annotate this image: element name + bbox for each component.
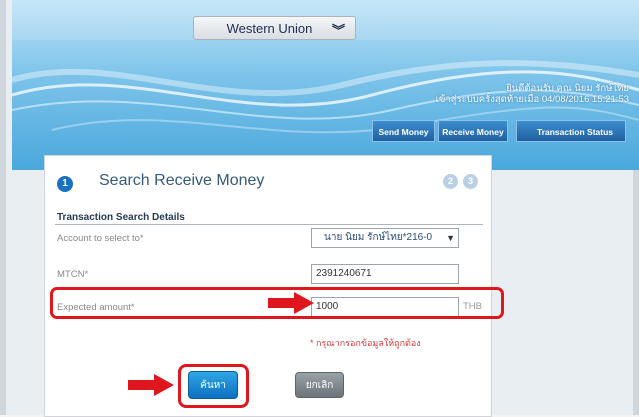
validation-error: * กรุณากรอกข้อมูลให้ถูกต้อง	[310, 338, 421, 348]
step-1-indicator: 1	[57, 176, 73, 192]
panel-title: Search Receive Money	[99, 172, 265, 189]
account-label: Account to select to*	[57, 233, 144, 244]
pointer-arrow-icon	[268, 292, 314, 314]
step-2-indicator: 2	[443, 174, 458, 189]
section-divider	[55, 224, 483, 225]
chevron-double-down-icon: ︾	[331, 23, 345, 38]
welcome-name: ยินดีต้อนรับ คุณ นิยม รักษ์ไทย	[506, 83, 629, 94]
dropdown-caret-icon: ▼	[446, 233, 455, 243]
welcome-info: ยินดีต้อนรับ คุณ นิยม รักษ์ไทย เข้าสู่ระ…	[436, 83, 629, 105]
tab-send-money[interactable]: Send Money	[372, 120, 435, 142]
header-banner: Western Union ︾ ยินดีต้อนรับ คุณ นิยม รั…	[12, 0, 639, 170]
pointer-arrow-icon	[128, 374, 174, 396]
highlight-search-button	[178, 364, 249, 408]
search-receive-panel: 1 Search Receive Money 2 3 Transaction S…	[44, 155, 492, 417]
tab-transaction-status[interactable]: Transaction Status	[516, 120, 626, 142]
section-title: Transaction Search Details	[57, 212, 185, 223]
last-login: เข้าสู่ระบบครั้งสุดท้ายเมื่อ 04/08/2016 …	[435, 94, 629, 105]
service-dropdown[interactable]: Western Union ︾	[193, 16, 356, 40]
step-3-indicator: 3	[463, 174, 478, 189]
mtcn-label: MTCN*	[57, 269, 89, 280]
app-frame: Western Union ︾ ยินดีต้อนรับ คุณ นิยม รั…	[0, 0, 639, 417]
cancel-button[interactable]: ยกเลิก	[295, 372, 344, 398]
mtcn-input[interactable]: 2391240671	[311, 264, 459, 284]
service-dropdown-value: Western Union	[226, 20, 313, 36]
account-select[interactable]: นาย นิยม รักษ์ไทย*216-0 ▼	[311, 228, 459, 248]
tab-receive-money[interactable]: Receive Money	[438, 120, 508, 142]
account-select-value: นาย นิยม รักษ์ไทย*216-0	[324, 232, 433, 243]
